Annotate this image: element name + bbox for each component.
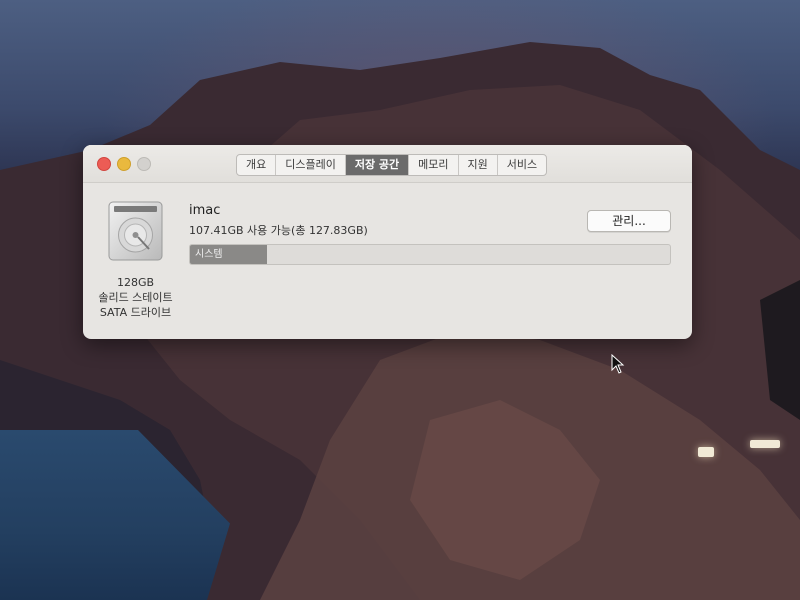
manage-button[interactable]: 관리... — [587, 210, 671, 232]
volume-availability: 107.41GB 사용 가능(총 127.83GB) — [189, 224, 368, 237]
about-this-mac-window: 개요 디스플레이 저장 공간 메모리 지원 서비스 128GB 솔리드 스테이트… — [83, 145, 692, 339]
tab-displays[interactable]: 디스플레이 — [276, 155, 346, 175]
tab-service[interactable]: 서비스 — [498, 155, 546, 175]
minimize-button[interactable] — [117, 157, 131, 171]
zoom-button — [137, 157, 151, 171]
disk-type-line1: 솔리드 스테이트 — [98, 291, 173, 304]
storage-usage-bar: 시스템 — [189, 244, 671, 265]
system-segment-label: 시스템 — [195, 249, 223, 260]
tab-bar: 개요 디스플레이 저장 공간 메모리 지원 서비스 — [236, 154, 548, 176]
disk-size: 128GB — [116, 276, 155, 289]
volume-name: imac — [189, 203, 221, 218]
disk-type-line2: SATA 드라이브 — [99, 306, 172, 319]
building-light — [698, 447, 714, 457]
system-usage-segment[interactable]: 시스템 — [190, 245, 267, 264]
close-button[interactable] — [97, 157, 111, 171]
building-light — [750, 440, 780, 448]
hard-drive-icon — [108, 201, 163, 261]
tab-storage[interactable]: 저장 공간 — [345, 155, 410, 175]
tab-support[interactable]: 지원 — [459, 155, 498, 175]
window-titlebar[interactable]: 개요 디스플레이 저장 공간 메모리 지원 서비스 — [83, 145, 692, 183]
disk-caption: 128GB 솔리드 스테이트 SATA 드라이브 — [83, 275, 188, 320]
tab-memory[interactable]: 메모리 — [409, 155, 459, 175]
mouse-cursor-icon — [611, 354, 625, 374]
tab-overview[interactable]: 개요 — [237, 155, 277, 175]
